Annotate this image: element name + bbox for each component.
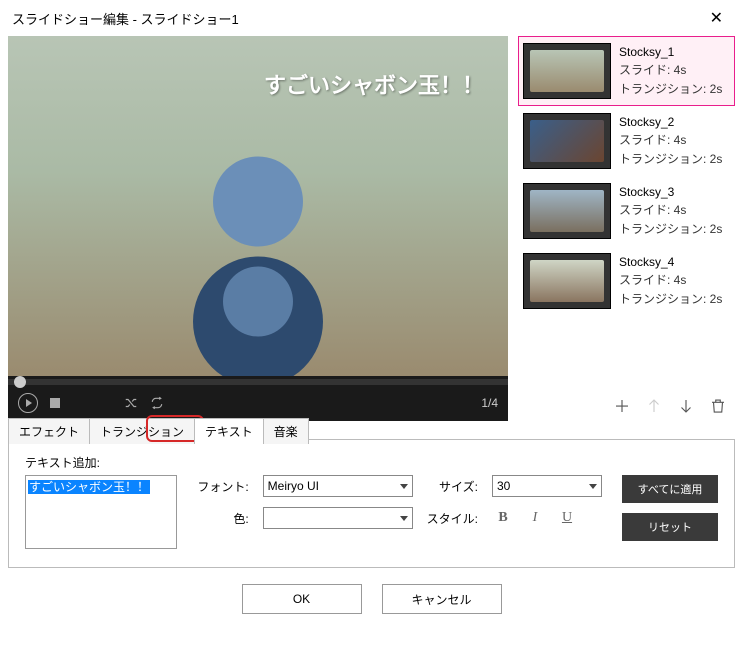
slide-item[interactable]: Stocksy_1 スライド: 4s トランジション: 2s: [518, 36, 735, 106]
slide-item[interactable]: Stocksy_3 スライド: 4s トランジション: 2s: [518, 176, 735, 246]
font-select[interactable]: Meiryo UI: [263, 475, 413, 497]
shuffle-icon[interactable]: [124, 396, 138, 410]
slide-thumbnail: [523, 183, 611, 239]
apply-all-button[interactable]: すべてに適用: [622, 475, 718, 503]
move-down-icon[interactable]: [677, 397, 695, 415]
bold-button[interactable]: B: [492, 507, 514, 529]
close-button[interactable]: ✕: [702, 4, 731, 32]
slide-name: Stocksy_1: [619, 45, 722, 59]
slide-name: Stocksy_4: [619, 255, 722, 269]
slide-item[interactable]: Stocksy_4 スライド: 4s トランジション: 2s: [518, 246, 735, 316]
delete-slide-icon[interactable]: [709, 397, 727, 415]
font-label: フォント:: [197, 478, 248, 495]
style-label: スタイル:: [427, 510, 478, 527]
slide-thumbnail: [523, 253, 611, 309]
tab-text[interactable]: テキスト: [194, 418, 264, 444]
text-input-value: すごいシャボン玉！！: [28, 480, 150, 494]
preview-image: すごいシャボン玉！！: [8, 36, 508, 376]
text-add-label: テキスト追加:: [25, 454, 718, 471]
slide-duration: スライド: 4s: [619, 201, 722, 218]
slide-item[interactable]: Stocksy_2 スライド: 4s トランジション: 2s: [518, 106, 735, 176]
slide-thumbnail: [523, 43, 611, 99]
slide-counter: 1/4: [481, 396, 498, 410]
tab-transition[interactable]: トランジション: [89, 418, 195, 444]
overlay-text: すごいシャボン玉！！: [264, 68, 484, 100]
slide-duration: スライド: 4s: [619, 271, 722, 288]
italic-button[interactable]: I: [524, 507, 546, 529]
slide-thumbnail: [523, 113, 611, 169]
loop-icon[interactable]: [150, 396, 164, 410]
slide-name: Stocksy_2: [619, 115, 722, 129]
slide-name: Stocksy_3: [619, 185, 722, 199]
slide-transition: トランジション: 2s: [619, 220, 722, 237]
size-label: サイズ:: [427, 478, 478, 495]
ok-button[interactable]: OK: [242, 584, 362, 614]
window-title: スライドショー編集 - スライドショー1: [12, 9, 239, 28]
size-select[interactable]: 30: [492, 475, 602, 497]
tab-music[interactable]: 音楽: [263, 418, 309, 444]
text-input[interactable]: すごいシャボン玉！！: [25, 475, 177, 549]
tab-effect[interactable]: エフェクト: [8, 418, 90, 444]
slide-duration: スライド: 4s: [619, 61, 722, 78]
stop-button[interactable]: [50, 398, 60, 408]
slide-transition: トランジション: 2s: [619, 150, 722, 167]
underline-button[interactable]: U: [556, 507, 578, 529]
slide-transition: トランジション: 2s: [619, 80, 722, 97]
preview-area: すごいシャボン玉！！ 1/4: [8, 36, 508, 421]
slides-list: Stocksy_1 スライド: 4s トランジション: 2s Stocksy_2…: [518, 36, 735, 385]
color-label: 色:: [197, 510, 248, 527]
slide-transition: トランジション: 2s: [619, 290, 722, 307]
reset-button[interactable]: リセット: [622, 513, 718, 541]
move-up-icon[interactable]: [645, 397, 663, 415]
color-select[interactable]: [263, 507, 413, 529]
cancel-button[interactable]: キャンセル: [382, 584, 502, 614]
add-slide-icon[interactable]: [613, 397, 631, 415]
slide-duration: スライド: 4s: [619, 131, 722, 148]
play-button[interactable]: [18, 393, 38, 413]
